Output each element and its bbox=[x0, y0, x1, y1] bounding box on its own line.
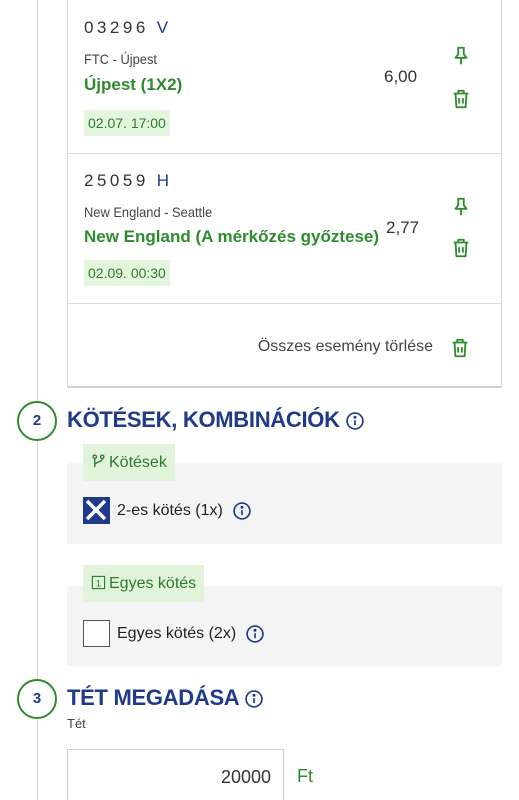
info-icon[interactable] bbox=[345, 411, 365, 431]
trash-icon[interactable] bbox=[450, 88, 472, 110]
combo-option-label[interactable]: 2-es kötés (1x) bbox=[117, 502, 223, 520]
section-title: KÖTÉSEK, KOMBINÁCIÓK bbox=[67, 407, 365, 433]
bet-odds: 6,00 bbox=[384, 67, 418, 86]
bet-outcome-mark: V bbox=[156, 18, 169, 37]
currency-label: Ft bbox=[297, 766, 313, 786]
combos-tag: Kötések bbox=[83, 444, 175, 481]
bet-code: 03296 V bbox=[84, 18, 169, 37]
bet-slip-card: 03296 V FTC - Újpest Újpest (1X2) 02.07. … bbox=[67, 0, 502, 388]
step-number-badge: 3 bbox=[17, 679, 57, 719]
bet-code: 25059 H bbox=[84, 171, 170, 190]
svg-text:1: 1 bbox=[96, 578, 101, 588]
combo-option[interactable]: 2-es kötés (1x) bbox=[83, 497, 252, 524]
bet-teams: FTC - Újpest bbox=[84, 51, 157, 67]
bet-teams: New England - Seattle bbox=[84, 204, 213, 220]
trash-icon[interactable] bbox=[449, 337, 471, 359]
clear-all-row[interactable]: Összes esemény törlése bbox=[68, 304, 501, 386]
bet-outcome-mark: H bbox=[156, 171, 170, 190]
bet-date: 02.09. 00:30 bbox=[84, 260, 170, 286]
bet-item: 03296 V FTC - Újpest Újpest (1X2) 02.07. … bbox=[68, 0, 501, 154]
info-icon[interactable] bbox=[232, 501, 252, 521]
singles-option[interactable]: Egyes kötés (2x) bbox=[83, 620, 265, 647]
singles-checkbox[interactable] bbox=[83, 620, 110, 647]
section-title: TÉT MEGADÁSA bbox=[67, 685, 264, 711]
info-icon[interactable] bbox=[244, 689, 264, 709]
pin-icon[interactable] bbox=[450, 196, 472, 218]
combo-checkbox[interactable] bbox=[83, 497, 110, 524]
bet-odds: 2,77 bbox=[386, 218, 420, 237]
info-icon[interactable] bbox=[245, 624, 265, 644]
trash-icon[interactable] bbox=[450, 237, 472, 259]
bet-date: 02.07. 17:00 bbox=[84, 110, 170, 136]
bet-pick: New England (A mérkőzés győztese) bbox=[84, 227, 380, 246]
bet-pick: Újpest (1X2) bbox=[84, 75, 183, 94]
singles-tag: 1 Egyes kötés bbox=[83, 565, 205, 602]
singles-option-label[interactable]: Egyes kötés (2x) bbox=[117, 625, 236, 643]
pin-icon[interactable] bbox=[450, 45, 472, 67]
stake-input[interactable]: 20000 bbox=[67, 749, 284, 800]
stake-label: Tét bbox=[67, 716, 86, 731]
bet-item: 25059 H New England - Seattle New England… bbox=[68, 154, 501, 304]
clear-all-label[interactable]: Összes esemény törlése bbox=[258, 338, 433, 356]
step-number-badge: 2 bbox=[17, 401, 57, 441]
